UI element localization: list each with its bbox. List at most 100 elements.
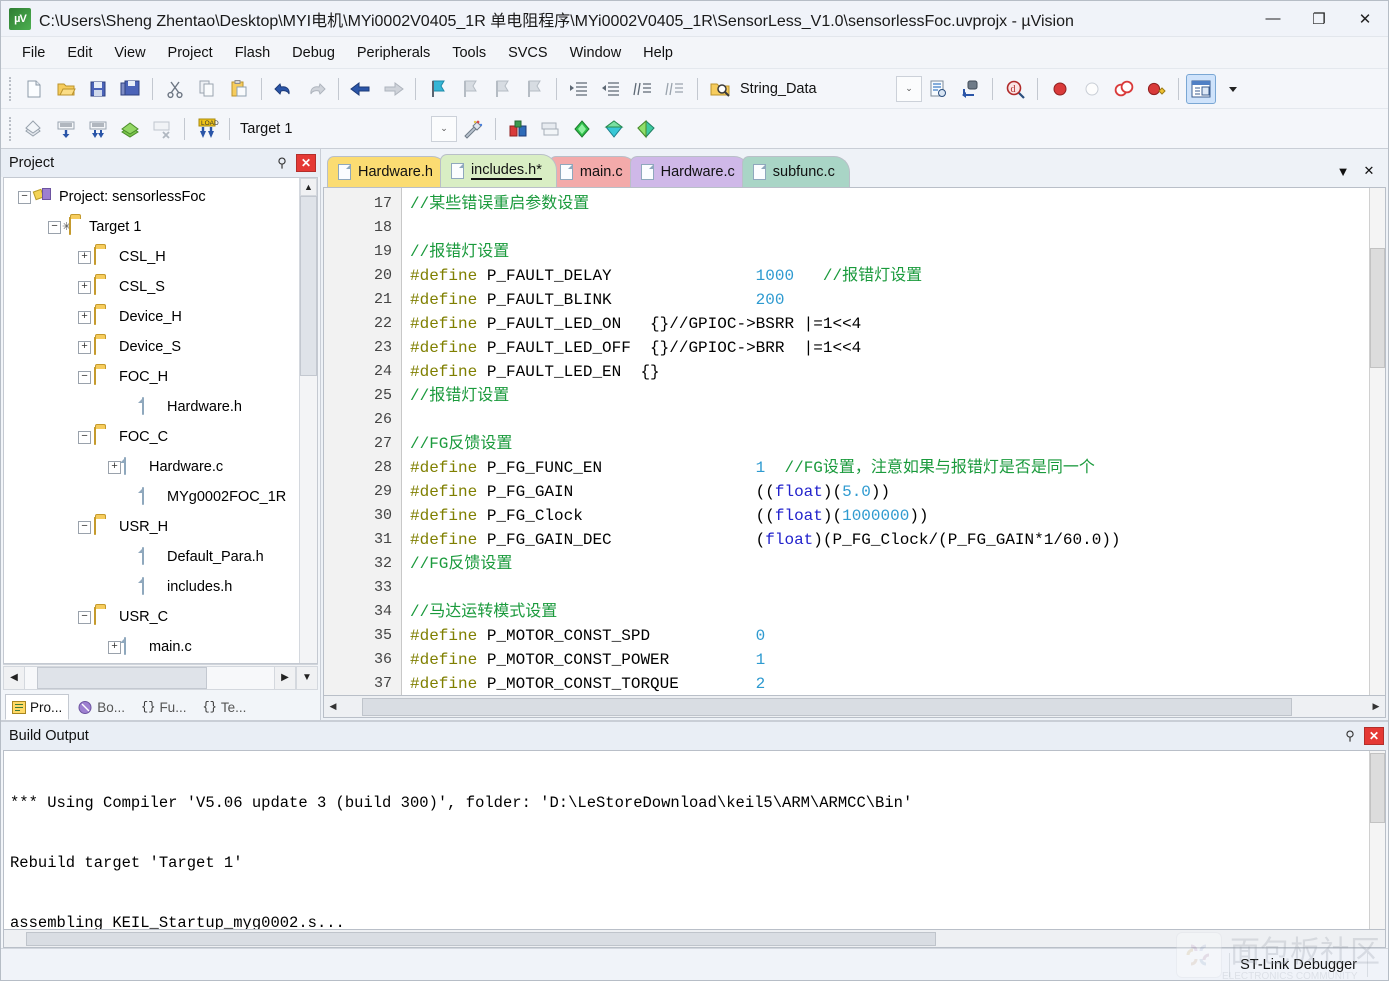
pin-icon[interactable]: ⚲: [1340, 726, 1360, 746]
breakpoint-insert-icon[interactable]: [1045, 74, 1075, 104]
target-options-icon[interactable]: [458, 114, 488, 144]
minimize-button[interactable]: —: [1250, 1, 1296, 37]
menu-debug[interactable]: Debug: [281, 41, 346, 65]
manage-run-time-env-icon[interactable]: [535, 114, 565, 144]
breakpoint-disable-icon[interactable]: [1077, 74, 1107, 104]
toolbar-grip[interactable]: [9, 116, 13, 141]
breakpoint-kill-all-icon[interactable]: [1109, 74, 1139, 104]
editor-tab-hardware-h[interactable]: Hardware.h: [327, 156, 448, 187]
editor-tab-hardware-c[interactable]: Hardware.c: [629, 156, 750, 187]
close-button[interactable]: ✕: [1342, 1, 1388, 37]
rebuild-icon[interactable]: [83, 114, 113, 144]
project-tree-horizontal-scrollbar[interactable]: ◀ ▶ ▼: [3, 664, 318, 690]
close-icon[interactable]: ✕: [296, 154, 316, 172]
uncomment-icon[interactable]: [660, 74, 690, 104]
comment-icon[interactable]: [628, 74, 658, 104]
navigate-forward-icon[interactable]: [378, 74, 408, 104]
tab-functions[interactable]: {} Fu...: [134, 694, 193, 720]
code-content[interactable]: //某些错误重启参数设置 //报错灯设置 #define P_FAULT_DELA…: [402, 188, 1369, 695]
editor-tab-subfunc-c[interactable]: subfunc.c: [741, 156, 850, 187]
tab-project[interactable]: Pro...: [5, 694, 70, 720]
tree-item-default-para-h[interactable]: Default_Para.h: [4, 542, 299, 572]
tree-item-foc-c[interactable]: − FOC_C: [4, 422, 299, 452]
editor-tab-includes-h[interactable]: includes.h*: [439, 154, 557, 187]
horizontal-scroll-track[interactable]: [342, 697, 1367, 717]
translate-icon[interactable]: [19, 114, 49, 144]
undo-icon[interactable]: [269, 74, 299, 104]
build-icon[interactable]: [51, 114, 81, 144]
expand-toggle-icon[interactable]: +: [78, 340, 91, 354]
navigate-back-icon[interactable]: [346, 74, 376, 104]
scroll-left-button[interactable]: ◀: [3, 665, 25, 690]
tab-templates[interactable]: {} Te...: [195, 694, 253, 720]
expand-toggle-icon[interactable]: +: [78, 250, 91, 264]
configure-icon[interactable]: [923, 74, 953, 104]
string-data-combo-arrow-icon[interactable]: ⌄: [896, 75, 922, 102]
horizontal-scroll-thumb[interactable]: [362, 697, 1292, 716]
stop-build-icon[interactable]: [147, 114, 177, 144]
copy-icon[interactable]: [192, 74, 222, 104]
target-combo-arrow-icon[interactable]: ⌄: [431, 115, 457, 142]
indent-icon[interactable]: [564, 74, 594, 104]
tree-item-device-s[interactable]: + Device_S: [4, 332, 299, 362]
horizontal-scroll-thumb[interactable]: [37, 666, 207, 689]
redo-icon[interactable]: [301, 74, 331, 104]
pack-installer-icon[interactable]: [567, 114, 597, 144]
tree-item-myg0002foc[interactable]: MYg0002FOC_1R: [4, 482, 299, 512]
vertical-scroll-track[interactable]: [300, 376, 317, 663]
debug-settings-icon[interactable]: [955, 74, 985, 104]
menu-tools[interactable]: Tools: [441, 41, 497, 65]
manage-project-items-icon[interactable]: [503, 114, 533, 144]
expand-toggle-icon[interactable]: +: [78, 280, 91, 294]
close-icon[interactable]: ✕: [1356, 159, 1382, 183]
scroll-down-button[interactable]: ▼: [296, 665, 318, 690]
code-vertical-scroll-thumb[interactable]: [1370, 248, 1385, 368]
pack-manager-icon[interactable]: [599, 114, 629, 144]
menu-view[interactable]: View: [103, 41, 156, 65]
expand-toggle-icon[interactable]: −: [18, 190, 31, 204]
tree-item-foc-h[interactable]: − FOC_H: [4, 362, 299, 392]
batch-build-icon[interactable]: [115, 114, 145, 144]
tree-item-hardware-h[interactable]: Hardware.h: [4, 392, 299, 422]
close-icon[interactable]: ✕: [1364, 727, 1384, 745]
build-vertical-scroll-thumb[interactable]: [1370, 753, 1385, 823]
tree-item-main-c[interactable]: + main.c: [4, 632, 299, 662]
menu-help[interactable]: Help: [632, 41, 684, 65]
tab-books[interactable]: Bo...: [71, 694, 132, 720]
build-horizontal-scroll-thumb[interactable]: [26, 931, 936, 946]
expand-toggle-icon[interactable]: −: [48, 220, 61, 234]
bookmark-next-icon[interactable]: [487, 74, 517, 104]
bookmark-clear-icon[interactable]: [519, 74, 549, 104]
build-output-horizontal-scrollbar[interactable]: [3, 930, 1386, 948]
string-data-combo[interactable]: String_Data: [736, 76, 896, 102]
tree-item-target[interactable]: − ✳ Target 1: [4, 212, 299, 242]
cut-icon[interactable]: [160, 74, 190, 104]
scroll-up-button[interactable]: ▲: [300, 178, 317, 196]
horizontal-scroll-track[interactable]: [25, 665, 274, 690]
outdent-icon[interactable]: [596, 74, 626, 104]
download-icon[interactable]: LOAD: [192, 114, 222, 144]
tree-item-usr-c[interactable]: − USR_C: [4, 602, 299, 632]
toolbar-grip[interactable]: [9, 76, 13, 101]
new-file-icon[interactable]: [19, 74, 49, 104]
scroll-right-button[interactable]: ▶: [1367, 697, 1385, 717]
window-layout-icon[interactable]: [1186, 73, 1216, 104]
menu-flash[interactable]: Flash: [224, 41, 281, 65]
scroll-right-button[interactable]: ▶: [274, 665, 296, 690]
tree-item-device-h[interactable]: + Device_H: [4, 302, 299, 332]
save-all-icon[interactable]: [115, 74, 145, 104]
pin-icon[interactable]: ⚲: [272, 153, 292, 173]
bookmark-prev-icon[interactable]: [455, 74, 485, 104]
collapse-toggle-icon[interactable]: −: [78, 370, 91, 384]
window-layout-arrow-icon[interactable]: [1218, 74, 1248, 104]
tree-item-csl-s[interactable]: + CSL_S: [4, 272, 299, 302]
menu-window[interactable]: Window: [559, 41, 633, 65]
collapse-toggle-icon[interactable]: −: [78, 610, 91, 624]
menu-peripherals[interactable]: Peripherals: [346, 41, 441, 65]
code-editor[interactable]: 17 18 19 20 21 22 23 24 25 26 27 28 29 3…: [323, 187, 1386, 696]
project-tree-vertical-scrollbar[interactable]: ▲: [299, 178, 317, 663]
expand-toggle-icon[interactable]: +: [78, 310, 91, 324]
scroll-left-button[interactable]: ◀: [324, 697, 342, 717]
tree-item-usr-h[interactable]: − USR_H: [4, 512, 299, 542]
collapse-toggle-icon[interactable]: −: [78, 520, 91, 534]
